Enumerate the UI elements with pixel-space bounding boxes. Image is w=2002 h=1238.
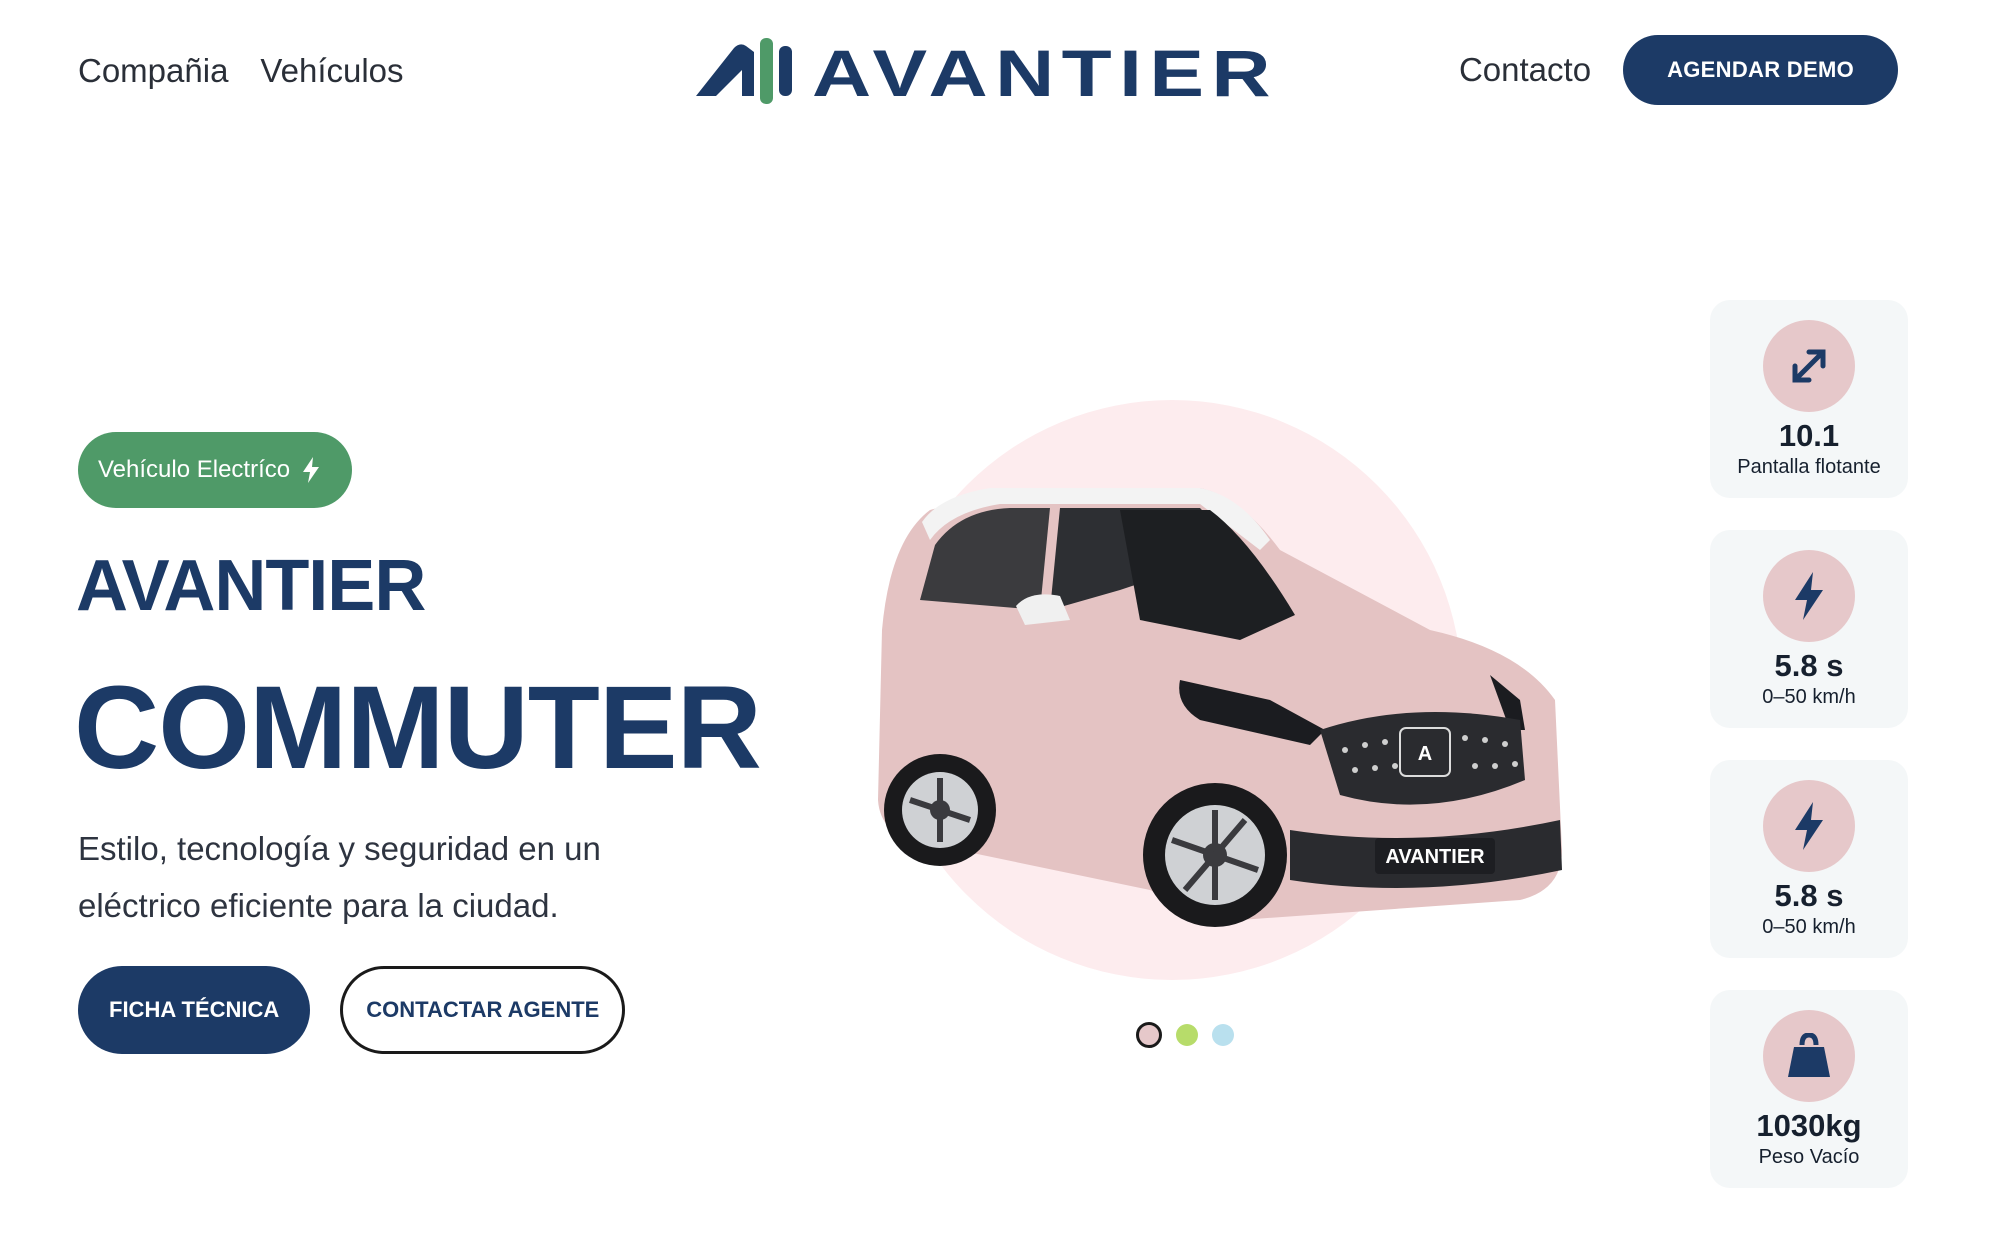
schedule-demo-button[interactable]: AGENDAR DEMO (1623, 35, 1898, 105)
spec-card-acceleration: 5.8 s 0–50 km/h (1710, 530, 1908, 728)
expand-arrows-icon (1763, 320, 1855, 412)
primary-nav: Compañia Vehículos (78, 52, 404, 90)
hero-description: Estilo, tecnología y seguridad en un elé… (78, 830, 601, 924)
site-header: Compañia Vehículos AVANTIER Contacto AGE… (0, 0, 2002, 150)
color-dot-pink[interactable] (1136, 1022, 1162, 1048)
svg-text:A: A (1418, 743, 1432, 765)
contact-agent-button[interactable]: CONTACTAR AGENTE (340, 966, 626, 1054)
logo-mark-icon (696, 38, 792, 104)
nav-link-company[interactable]: Compañia (78, 52, 228, 90)
spec-value: 10.1 (1778, 418, 1840, 453)
lightning-icon (303, 457, 320, 483)
color-dot-green[interactable] (1176, 1024, 1198, 1046)
spec-label: 0–50 km/h (1762, 686, 1856, 708)
spec-label: Pantalla flotante (1737, 456, 1881, 478)
nav-link-contact[interactable]: Contacto (1459, 51, 1591, 89)
spec-sheet-button[interactable]: FICHA TÉCNICA (78, 966, 311, 1054)
lightning-icon (1763, 780, 1855, 872)
spec-value: 1030kg (1756, 1108, 1862, 1143)
model-name: COMMUTER (74, 662, 762, 794)
badge-label: Vehículo Electríco (98, 456, 291, 483)
spec-card-screen: 10.1 Pantalla flotante (1710, 300, 1908, 498)
electric-vehicle-badge: Vehículo Electríco (78, 432, 353, 508)
avantier-logo[interactable]: AVANTIER (694, 36, 1284, 106)
spec-label: Peso Vacío (1758, 1146, 1860, 1168)
lightning-icon (1763, 550, 1855, 642)
spec-label: 0–50 km/h (1762, 916, 1856, 938)
hero-actions: FICHA TÉCNICA CONTACTAR AGENTE (78, 966, 626, 1054)
spec-value: 5.8 s (1774, 648, 1844, 683)
logo-wordmark: AVANTIER (812, 36, 1278, 106)
spec-value: 5.8 s (1774, 878, 1844, 913)
car-image: A AVANTIER (820, 400, 1580, 1000)
nav-link-vehicles[interactable]: Vehículos (260, 52, 403, 90)
color-selector (1136, 1022, 1234, 1048)
spec-card-acceleration-2: 5.8 s 0–50 km/h (1710, 760, 1908, 958)
license-plate-text: AVANTIER (1385, 846, 1485, 868)
color-dot-blue[interactable] (1212, 1024, 1234, 1046)
nav-right: Contacto AGENDAR DEMO (1459, 35, 1898, 105)
weight-icon (1763, 1010, 1855, 1102)
brand-name: AVANTIER (76, 546, 426, 626)
spec-card-weight: 1030kg Peso Vacío (1710, 990, 1908, 1188)
